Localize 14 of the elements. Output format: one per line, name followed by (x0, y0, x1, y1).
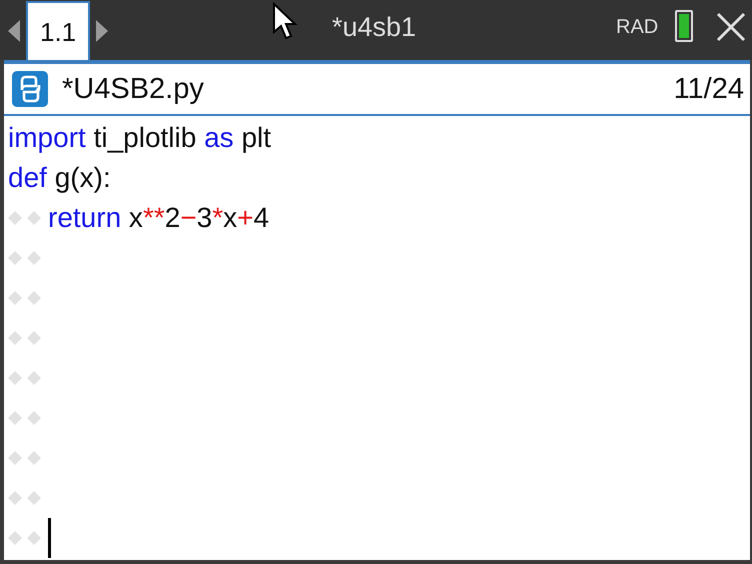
page-tab[interactable]: 1.1 (26, 1, 90, 60)
battery-icon (675, 10, 693, 42)
document-title: *u4sb1 (332, 12, 416, 43)
pointer-icon (272, 2, 298, 40)
angle-mode: RAD (616, 16, 658, 39)
right-arrow-icon[interactable] (96, 20, 108, 42)
left-arrow-icon[interactable] (8, 20, 20, 42)
file-name: *U4SB2.py (62, 72, 204, 106)
code-line: return x**2−3*x+4 (48, 202, 270, 234)
code-line: import ti_plotlib as plt (8, 122, 272, 154)
line-position: 11/24 (674, 72, 744, 106)
code-line: def g(x): (8, 162, 111, 194)
close-icon[interactable] (716, 12, 746, 42)
python-icon (12, 71, 48, 107)
